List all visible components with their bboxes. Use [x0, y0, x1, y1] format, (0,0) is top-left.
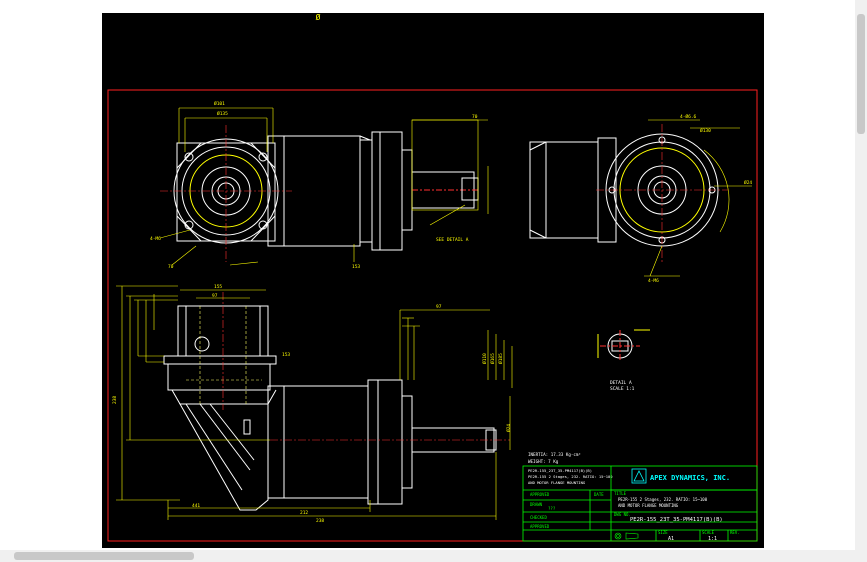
horizontal-scroll-thumb[interactable]	[14, 552, 194, 560]
drawing-paper	[102, 13, 764, 548]
svg-text:70: 70	[168, 264, 174, 270]
svg-text:DETAIL A: DETAIL A	[610, 380, 632, 386]
cad-drawing-canvas[interactable]: Ø Ø101 Ø135 4-M6 70 153 70 SEE DETAIL A …	[0, 0, 867, 562]
svg-text:APPROVED: APPROVED	[530, 492, 550, 497]
svg-text:Ø24: Ø24	[505, 424, 512, 432]
svg-text:4-Ø6.6: 4-Ø6.6	[680, 113, 697, 120]
svg-text:97: 97	[436, 304, 442, 310]
svg-text:AND MOTOR FLANGE MOUNTING: AND MOTOR FLANGE MOUNTING	[528, 480, 586, 485]
svg-text:REV.: REV.	[730, 530, 740, 535]
svg-text:APEX DYNAMICS, INC.: APEX DYNAMICS, INC.	[650, 474, 730, 482]
svg-text:Ø110: Ø110	[481, 353, 488, 364]
svg-text:97: 97	[212, 293, 218, 299]
svg-text:238: 238	[112, 396, 118, 404]
svg-text:A1: A1	[668, 536, 674, 542]
top-mark: Ø	[316, 12, 321, 22]
svg-text:212: 212	[300, 510, 308, 516]
svg-text:4-M6: 4-M6	[150, 236, 161, 242]
svg-text:INERTIA: 17.33 Kg-cm²: INERTIA: 17.33 Kg-cm²	[528, 452, 581, 457]
svg-text:PE2R-155 2 Stages, 232. RATIO:: PE2R-155 2 Stages, 232. RATIO: 15~100	[528, 474, 613, 479]
svg-text:WEIGHT: 7 Kg: WEIGHT: 7 Kg	[528, 459, 559, 464]
vertical-scroll-thumb[interactable]	[857, 14, 865, 134]
svg-text:70: 70	[472, 114, 478, 120]
svg-text:PE2R-155_23T_35-PM4117(B)(B): PE2R-155_23T_35-PM4117(B)(B)	[528, 468, 592, 473]
svg-text:DWG NO.: DWG NO.	[614, 512, 631, 517]
svg-text:???: ???	[548, 506, 556, 511]
svg-text:PE2R-155 2 Stages, 232. RATIO:: PE2R-155 2 Stages, 232. RATIO: 15~100	[618, 497, 708, 502]
svg-text:1:1: 1:1	[708, 536, 717, 542]
svg-text:Ø101: Ø101	[214, 100, 225, 107]
svg-text:SIZE: SIZE	[658, 530, 668, 535]
svg-text:AND MOTOR FLANGE MOUNTING: AND MOTOR FLANGE MOUNTING	[618, 503, 679, 508]
svg-text:4-M6: 4-M6	[648, 278, 659, 284]
svg-text:Ø24: Ø24	[744, 179, 752, 186]
svg-text:DRAWN: DRAWN	[530, 502, 543, 507]
svg-text:DATE: DATE	[594, 492, 604, 497]
svg-text:Ø130: Ø130	[700, 127, 711, 134]
svg-text:PE2R-155_23T_35-PM4117(B)(B): PE2R-155_23T_35-PM4117(B)(B)	[630, 517, 723, 523]
svg-text:Ø165: Ø165	[489, 353, 496, 364]
svg-text:Ø135: Ø135	[217, 110, 228, 117]
svg-text:155: 155	[214, 284, 222, 290]
svg-text:SEE DETAIL A: SEE DETAIL A	[436, 237, 469, 243]
svg-text:SCALE 1:1: SCALE 1:1	[610, 386, 635, 392]
svg-text:153: 153	[352, 264, 360, 270]
svg-text:Ø185: Ø185	[497, 353, 504, 364]
svg-text:TITLE: TITLE	[614, 491, 627, 496]
svg-text:153: 153	[282, 352, 290, 358]
svg-text:441: 441	[192, 503, 200, 509]
svg-text:CHECKED: CHECKED	[530, 515, 547, 520]
svg-text:SCALE: SCALE	[702, 530, 715, 535]
svg-text:238: 238	[316, 518, 324, 524]
svg-text:APPROVED: APPROVED	[530, 524, 550, 529]
